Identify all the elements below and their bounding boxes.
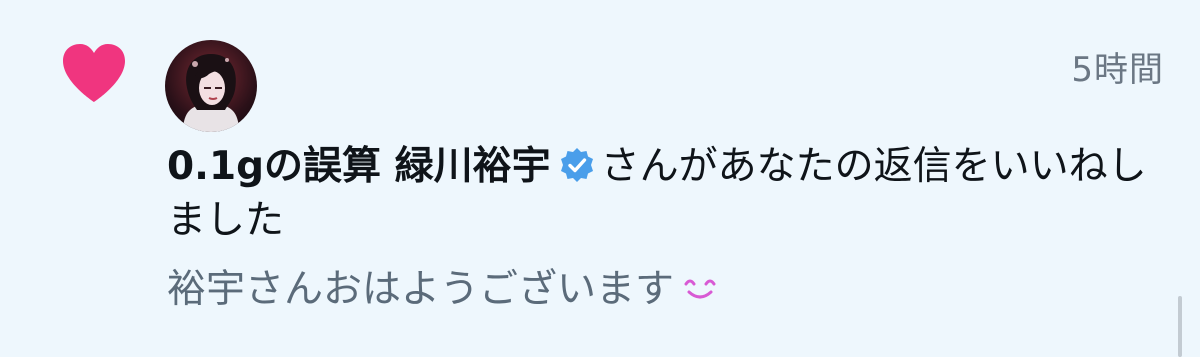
heart-icon: [63, 44, 125, 102]
user-name-link[interactable]: 0.1gの誤算 緑川裕宇: [167, 144, 551, 189]
reply-preview-text: 裕宇さんおはようございます: [167, 267, 675, 312]
notification-message: 0.1gの誤算 緑川裕宇 さんがあなたの返信をいいねしました: [167, 140, 1167, 248]
like-notification[interactable]: 5時間 0.1gの誤算 緑川裕宇 さんがあなたの返信をいいねしました 裕宇さんお…: [0, 0, 1200, 357]
verified-badge-icon: [560, 148, 593, 182]
reply-preview[interactable]: 裕宇さんおはようございます: [167, 263, 720, 317]
smiling-face-icon: [684, 279, 716, 299]
avatar[interactable]: [165, 40, 257, 132]
timestamp: 5時間: [1071, 50, 1164, 90]
scrollbar-handle[interactable]: [1178, 296, 1182, 357]
